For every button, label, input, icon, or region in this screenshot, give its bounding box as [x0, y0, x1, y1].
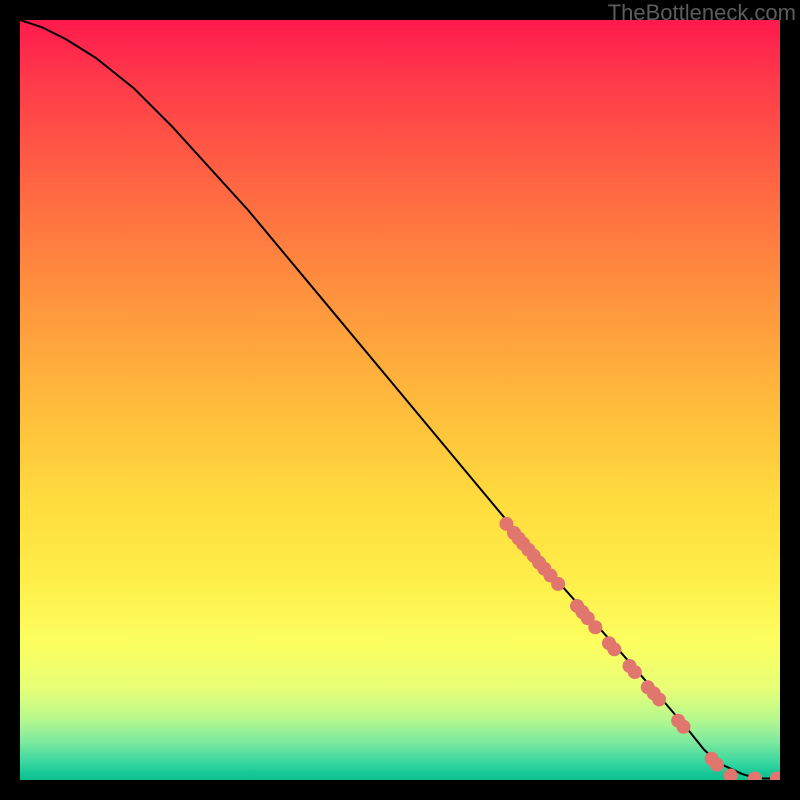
main-curve — [20, 20, 780, 778]
curve-layer — [20, 20, 780, 778]
data-marker — [628, 665, 642, 679]
data-marker — [676, 720, 690, 734]
data-marker — [607, 642, 621, 656]
data-marker — [588, 620, 602, 634]
data-marker — [748, 771, 762, 780]
watermark-text: TheBottleneck.com — [608, 0, 796, 26]
chart-svg — [20, 20, 780, 780]
markers-layer — [499, 517, 780, 780]
chart-stage: TheBottleneck.com — [0, 0, 800, 800]
data-marker — [710, 758, 724, 772]
data-marker — [770, 771, 780, 780]
plot-area — [20, 20, 780, 780]
data-marker — [551, 577, 565, 591]
data-marker — [652, 692, 666, 706]
